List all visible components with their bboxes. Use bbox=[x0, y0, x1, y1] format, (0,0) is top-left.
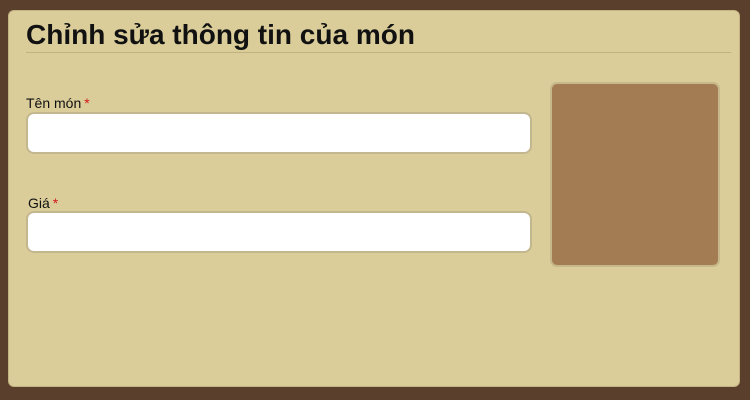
title-divider bbox=[26, 52, 731, 53]
dish-name-label: Tên món * bbox=[26, 95, 90, 111]
dish-name-input[interactable] bbox=[26, 112, 532, 154]
price-label: Giá * bbox=[28, 195, 58, 211]
dish-image-preview[interactable] bbox=[550, 82, 720, 267]
dialog-title: Chỉnh sửa thông tin của món bbox=[26, 19, 415, 50]
price-label-text: Giá bbox=[28, 195, 50, 211]
price-input[interactable] bbox=[26, 211, 532, 253]
edit-dish-dialog: Chỉnh sửa thông tin của món Tên món * Giá… bbox=[8, 10, 740, 387]
required-marker: * bbox=[52, 195, 59, 211]
required-marker: * bbox=[84, 95, 90, 111]
dish-name-label-text: Tên món bbox=[26, 95, 82, 111]
